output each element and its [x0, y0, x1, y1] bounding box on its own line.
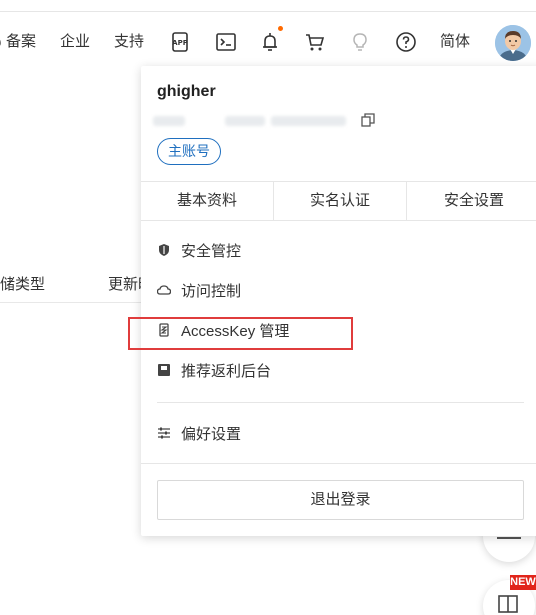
lightbulb-icon[interactable]: [348, 30, 372, 54]
username: ghigher: [157, 83, 216, 100]
table-header: 储类型 更新时: [0, 260, 153, 303]
copy-icon[interactable]: [361, 113, 375, 127]
column-storage-type: 储类型: [0, 276, 46, 293]
sliders-icon: [157, 426, 171, 440]
account-dropdown: ghigher 主账号 基本资料 实名认证 安全设置 安全管控 访问控制 Acc…: [141, 66, 536, 536]
help-icon[interactable]: [394, 30, 418, 54]
account-id-blurred: [225, 116, 265, 126]
menu-item-affiliate[interactable]: 推荐返利后台: [157, 358, 271, 382]
logout-button[interactable]: 退出登录: [157, 480, 524, 520]
menu-item-access-control[interactable]: 访问控制: [157, 278, 241, 302]
menu-label: 访问控制: [181, 282, 242, 300]
nav-filing[interactable]: 备案: [6, 33, 36, 51]
cart-icon[interactable]: [303, 30, 327, 54]
affiliate-icon: [157, 363, 171, 377]
filing-icon: [0, 32, 4, 56]
bell-icon[interactable]: [258, 30, 282, 54]
top-navbar: 备案 企业 支持 APP 简体: [0, 0, 536, 75]
account-id-blurred: [271, 116, 346, 126]
profile-tabs: 基本资料 实名认证 安全设置: [141, 181, 536, 221]
tab-basic-info[interactable]: 基本资料: [141, 182, 274, 220]
menu-label: 安全管控: [181, 242, 242, 260]
new-badge: NEW: [510, 575, 536, 590]
shield-icon: [157, 243, 171, 257]
svg-text:APP: APP: [172, 39, 188, 47]
nav-enterprise[interactable]: 企业: [60, 33, 90, 51]
avatar[interactable]: [495, 25, 531, 61]
cloud-icon: [157, 283, 171, 297]
footer-divider: [141, 463, 536, 464]
menu-divider: [157, 402, 524, 403]
menu-item-preferences[interactable]: 偏好设置: [157, 421, 241, 445]
top-divider: [0, 11, 536, 12]
tab-security-settings[interactable]: 安全设置: [407, 182, 536, 220]
menu-label: 偏好设置: [181, 425, 242, 443]
nav-support[interactable]: 支持: [114, 33, 144, 51]
highlight-box: [128, 317, 353, 350]
account-id-blurred: [153, 116, 185, 126]
app-icon[interactable]: APP: [168, 30, 192, 54]
role-badge: 主账号: [157, 138, 221, 165]
notification-dot: [278, 26, 283, 31]
nav-language[interactable]: 简体: [440, 33, 470, 51]
terminal-icon[interactable]: [214, 30, 238, 54]
tab-real-name-auth[interactable]: 实名认证: [274, 182, 407, 220]
menu-item-security-control[interactable]: 安全管控: [157, 238, 241, 262]
menu-label: 推荐返利后台: [181, 362, 272, 380]
